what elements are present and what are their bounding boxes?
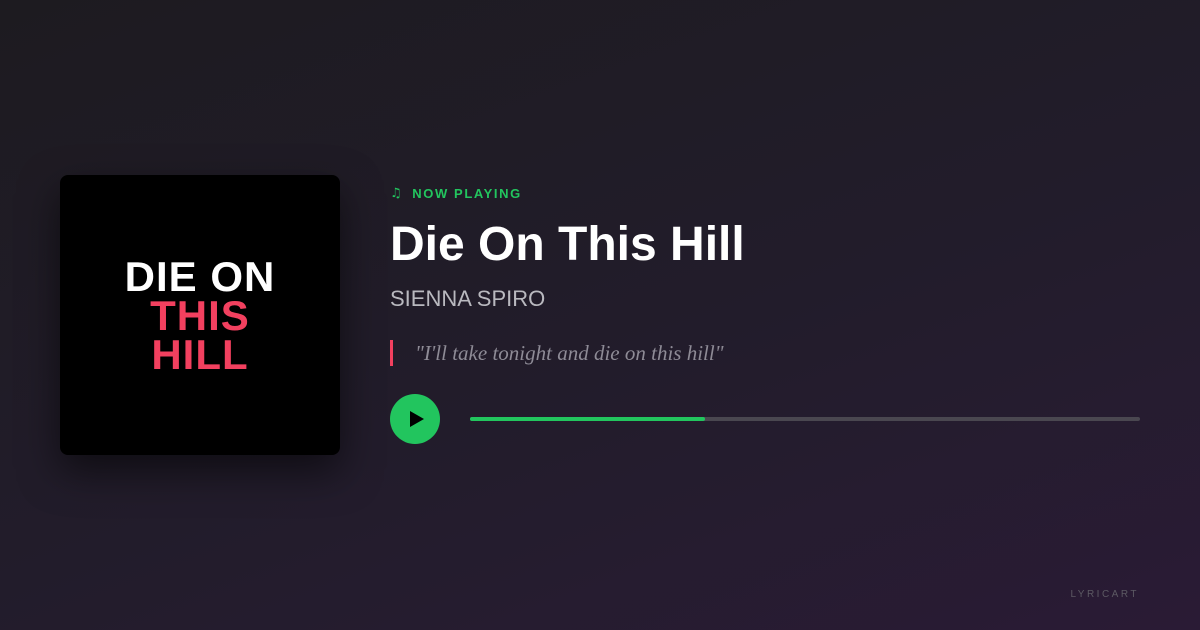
artist-name: SIENNA SPIRO — [390, 286, 546, 311]
play-button[interactable] — [390, 394, 440, 444]
album-art-line-3: HILL — [151, 330, 249, 378]
progress-bar[interactable] — [470, 417, 1140, 421]
music-note-icon: ♫ — [390, 185, 404, 201]
progress-fill — [470, 417, 705, 421]
brand-watermark: LYRICART — [1070, 589, 1139, 600]
play-icon — [410, 411, 424, 427]
album-art-line-1: DIE ON — [124, 252, 276, 300]
track-info: ♫ NOW PLAYING Die On This Hill SIENNA SP… — [390, 185, 1140, 444]
now-playing-label: ♫ NOW PLAYING — [390, 185, 1140, 201]
album-art: DIE ON THIS HILL — [60, 175, 340, 455]
song-title: Die On This Hill — [390, 218, 745, 271]
album-art-line-2: THIS — [150, 291, 250, 339]
now-playing-text: NOW PLAYING — [412, 185, 522, 201]
player-controls — [390, 394, 1140, 444]
lyric-quote: "I'll take tonight and die on this hill" — [390, 340, 1140, 366]
